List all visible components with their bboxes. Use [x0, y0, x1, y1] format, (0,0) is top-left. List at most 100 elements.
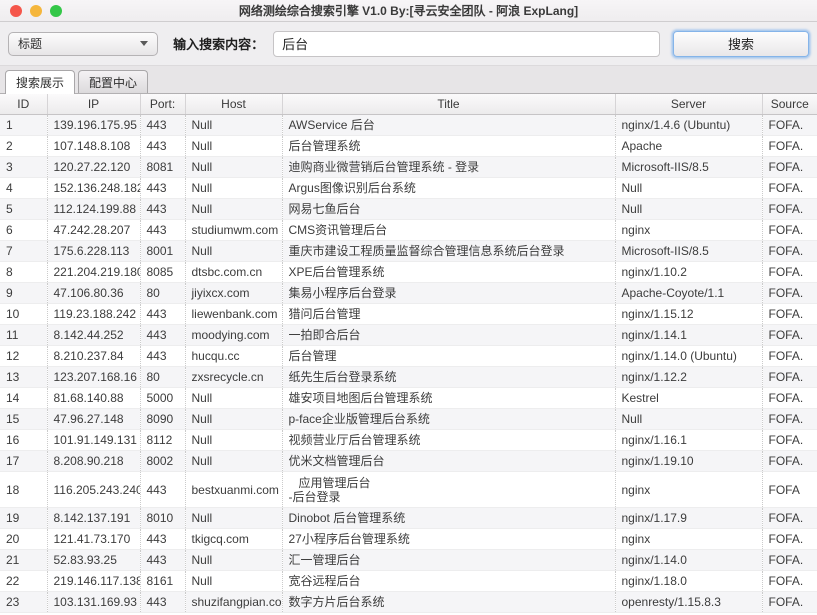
cell-id: 5	[0, 198, 47, 219]
cell-title: 重庆市建设工程质量监督综合管理信息系统后台登录	[282, 240, 615, 261]
column-header-server[interactable]: Server	[615, 94, 762, 114]
cell-ip: 47.242.28.207	[47, 219, 140, 240]
table-row[interactable]: 5 112.124.199.88 443 Null 网易七鱼后台 Null FO…	[0, 198, 817, 219]
table-row[interactable]: 1 139.196.175.95 443 Null AWService 后台 n…	[0, 114, 817, 135]
cell-title: 网易七鱼后台	[282, 198, 615, 219]
column-header-source[interactable]: Source	[762, 94, 817, 114]
cell-source: FOFA.	[762, 324, 817, 345]
cell-id: 10	[0, 303, 47, 324]
cell-host: dtsbc.com.cn	[185, 261, 282, 282]
cell-source: FOFA.	[762, 240, 817, 261]
search-button[interactable]: 搜索	[673, 31, 809, 57]
app-window: 网络测绘综合搜索引擎 V1.0 By:[寻云安全团队 - 阿浪 ExpLang]…	[0, 0, 817, 613]
cell-server: nginx/1.19.10	[615, 450, 762, 471]
search-input[interactable]	[273, 31, 660, 57]
cell-host: bestxuanmi.com	[185, 471, 282, 507]
cell-ip: 116.205.243.240	[47, 471, 140, 507]
cell-source: FOFA.	[762, 135, 817, 156]
cell-port: 8161	[140, 570, 185, 591]
results-table: ID IP Port: Host Title Server Source 1 1…	[0, 94, 817, 613]
cell-host: Null	[185, 387, 282, 408]
table-row[interactable]: 16 101.91.149.131 8112 Null 视频营业厅后台管理系统 …	[0, 429, 817, 450]
table-body: 1 139.196.175.95 443 Null AWService 后台 n…	[0, 114, 817, 612]
table-row[interactable]: 6 47.242.28.207 443 studiumwm.com CMS资讯管…	[0, 219, 817, 240]
cell-source: FOFA.	[762, 549, 817, 570]
close-button[interactable]	[10, 5, 22, 17]
table-row[interactable]: 15 47.96.27.148 8090 Null p-face企业版管理后台系…	[0, 408, 817, 429]
tab-config-center[interactable]: 配置中心	[78, 70, 148, 93]
search-field-dropdown[interactable]: 标题	[8, 32, 158, 56]
cell-server: Null	[615, 177, 762, 198]
table-row[interactable]: 13 123.207.168.16 80 zxsrecycle.cn 纸先生后台…	[0, 366, 817, 387]
cell-port: 443	[140, 198, 185, 219]
column-header-ip[interactable]: IP	[47, 94, 140, 114]
table-row[interactable]: 12 8.210.237.84 443 hucqu.cc 后台管理 nginx/…	[0, 345, 817, 366]
cell-host: tkigcq.com	[185, 528, 282, 549]
table-row[interactable]: 23 103.131.169.93 443 shuzifangpian.com …	[0, 591, 817, 612]
cell-host: Null	[185, 198, 282, 219]
cell-source: FOFA.	[762, 219, 817, 240]
zoom-button[interactable]	[50, 5, 62, 17]
cell-title: 优米文档管理后台	[282, 450, 615, 471]
cell-server: Microsoft-IIS/8.5	[615, 240, 762, 261]
table-row[interactable]: 3 120.27.22.120 8081 Null 迪购商业微营销后台管理系统 …	[0, 156, 817, 177]
column-header-title[interactable]: Title	[282, 94, 615, 114]
table-row[interactable]: 22 219.146.117.138 8161 Null 宽谷远程后台 ngin…	[0, 570, 817, 591]
table-row[interactable]: 2 107.148.8.108 443 Null 后台管理系统 Apache F…	[0, 135, 817, 156]
minimize-button[interactable]	[30, 5, 42, 17]
table-row[interactable]: 20 121.41.73.170 443 tkigcq.com 27小程序后台管…	[0, 528, 817, 549]
table-row[interactable]: 10 119.23.188.242 443 liewenbank.com 猎问后…	[0, 303, 817, 324]
table-row[interactable]: 8 221.204.219.180 8085 dtsbc.com.cn XPE后…	[0, 261, 817, 282]
cell-ip: 175.6.228.113	[47, 240, 140, 261]
cell-server: nginx	[615, 219, 762, 240]
cell-server: nginx/1.18.0	[615, 570, 762, 591]
cell-server: Apache	[615, 135, 762, 156]
cell-id: 3	[0, 156, 47, 177]
cell-ip: 8.142.44.252	[47, 324, 140, 345]
cell-id: 2	[0, 135, 47, 156]
table-row[interactable]: 17 8.208.90.218 8002 Null 优米文档管理后台 nginx…	[0, 450, 817, 471]
cell-ip: 52.83.93.25	[47, 549, 140, 570]
cell-title: 视频营业厅后台管理系统	[282, 429, 615, 450]
cell-title: 雄安项目地图后台管理系统	[282, 387, 615, 408]
cell-title: AWService 后台	[282, 114, 615, 135]
column-header-host[interactable]: Host	[185, 94, 282, 114]
cell-server: nginx/1.10.2	[615, 261, 762, 282]
column-header-id[interactable]: ID	[0, 94, 47, 114]
cell-server: nginx	[615, 528, 762, 549]
table-row[interactable]: 7 175.6.228.113 8001 Null 重庆市建设工程质量监督综合管…	[0, 240, 817, 261]
search-field-dropdown-value: 标题	[18, 35, 42, 52]
cell-title: 数字方片后台系统	[282, 591, 615, 612]
cell-id: 18	[0, 471, 47, 507]
table-row[interactable]: 18 116.205.243.240 443 bestxuanmi.com 应用…	[0, 471, 817, 507]
cell-ip: 47.96.27.148	[47, 408, 140, 429]
cell-ip: 103.131.169.93	[47, 591, 140, 612]
table-row[interactable]: 9 47.106.80.36 80 jiyixcx.com 集易小程序后台登录 …	[0, 282, 817, 303]
cell-host: Null	[185, 549, 282, 570]
cell-source: FOFA	[762, 471, 817, 507]
cell-source: FOFA.	[762, 345, 817, 366]
cell-id: 23	[0, 591, 47, 612]
cell-server: nginx/1.17.9	[615, 507, 762, 528]
cell-ip: 8.142.137.191	[47, 507, 140, 528]
cell-source: FOFA.	[762, 156, 817, 177]
cell-ip: 81.68.140.88	[47, 387, 140, 408]
cell-id: 11	[0, 324, 47, 345]
column-header-port[interactable]: Port:	[140, 94, 185, 114]
table-row[interactable]: 4 152.136.248.182 443 Null Argus图像识别后台系统…	[0, 177, 817, 198]
cell-title: 宽谷远程后台	[282, 570, 615, 591]
table-row[interactable]: 14 81.68.140.88 5000 Null 雄安项目地图后台管理系统 K…	[0, 387, 817, 408]
cell-title: p-face企业版管理后台系统	[282, 408, 615, 429]
cell-source: FOFA.	[762, 366, 817, 387]
table-row[interactable]: 19 8.142.137.191 8010 Null Dinobot 后台管理系…	[0, 507, 817, 528]
table-row[interactable]: 21 52.83.93.25 443 Null 汇一管理后台 nginx/1.1…	[0, 549, 817, 570]
table-row[interactable]: 11 8.142.44.252 443 moodying.com 一拍即合后台 …	[0, 324, 817, 345]
cell-host: jiyixcx.com	[185, 282, 282, 303]
cell-title: 一拍即合后台	[282, 324, 615, 345]
cell-host: Null	[185, 135, 282, 156]
cell-port: 8001	[140, 240, 185, 261]
tab-search-display[interactable]: 搜索展示	[5, 70, 75, 94]
cell-server: nginx/1.4.6 (Ubuntu)	[615, 114, 762, 135]
cell-port: 443	[140, 549, 185, 570]
traffic-lights	[10, 5, 62, 17]
